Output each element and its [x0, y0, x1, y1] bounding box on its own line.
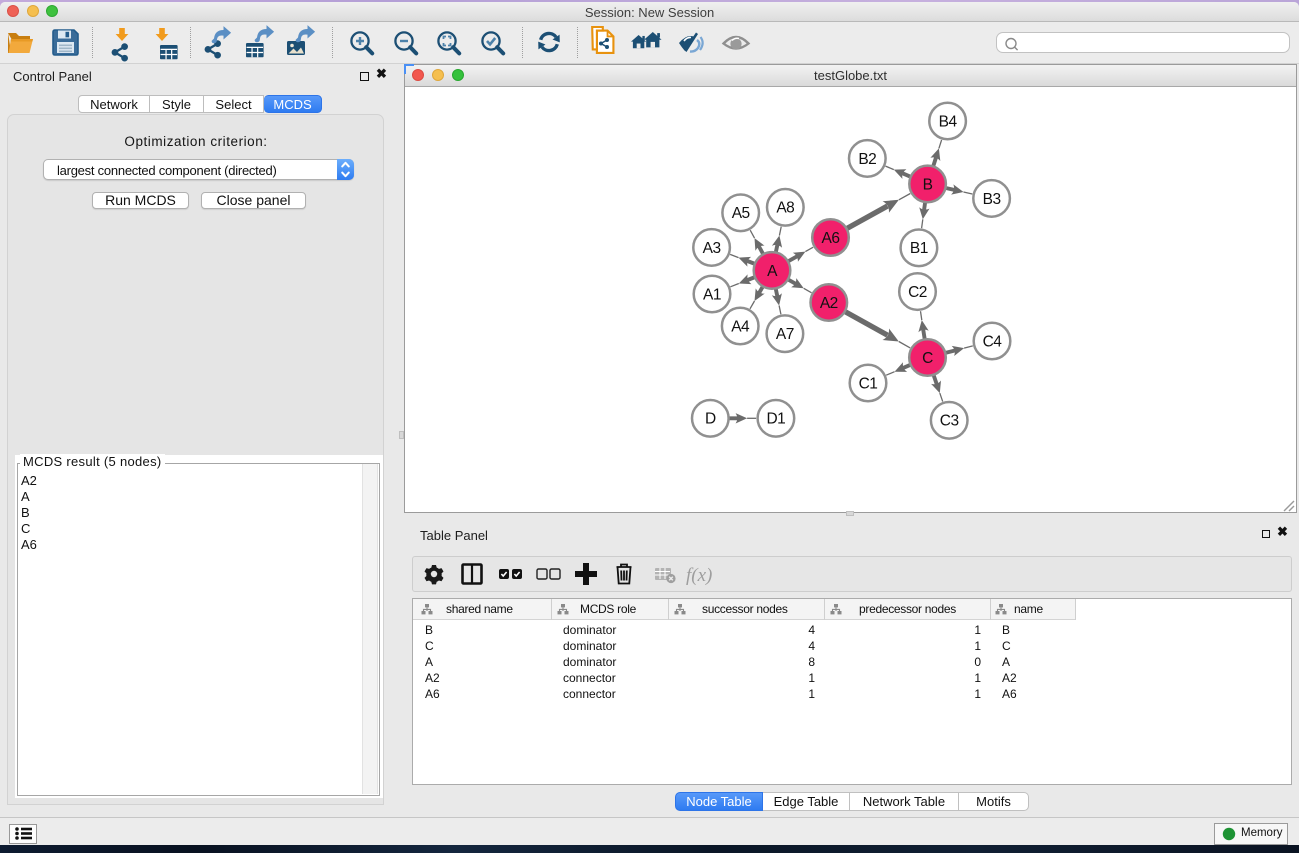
svg-text:B4: B4	[939, 113, 958, 130]
svg-text:A6: A6	[822, 230, 840, 247]
svg-text:C3: C3	[940, 413, 959, 430]
svg-text:A: A	[767, 263, 778, 280]
svg-text:A5: A5	[732, 205, 750, 222]
svg-text:A8: A8	[776, 200, 794, 217]
svg-text:f(x): f(x)	[686, 565, 712, 586]
svg-text:D1: D1	[766, 411, 785, 428]
svg-text:A7: A7	[776, 326, 794, 343]
svg-text:C1: C1	[859, 375, 878, 392]
svg-text:C2: C2	[908, 284, 927, 301]
svg-text:B3: B3	[983, 191, 1001, 208]
svg-text:A4: A4	[731, 318, 750, 335]
svg-text:D: D	[705, 411, 716, 428]
svg-text:A1: A1	[703, 286, 721, 303]
svg-text:C4: C4	[983, 333, 1003, 350]
svg-text:B2: B2	[858, 151, 876, 168]
svg-text:A3: A3	[703, 240, 721, 257]
svg-text:C: C	[922, 350, 933, 367]
svg-text:B: B	[923, 176, 933, 193]
svg-text:B1: B1	[910, 240, 928, 257]
svg-text:A2: A2	[820, 295, 838, 312]
